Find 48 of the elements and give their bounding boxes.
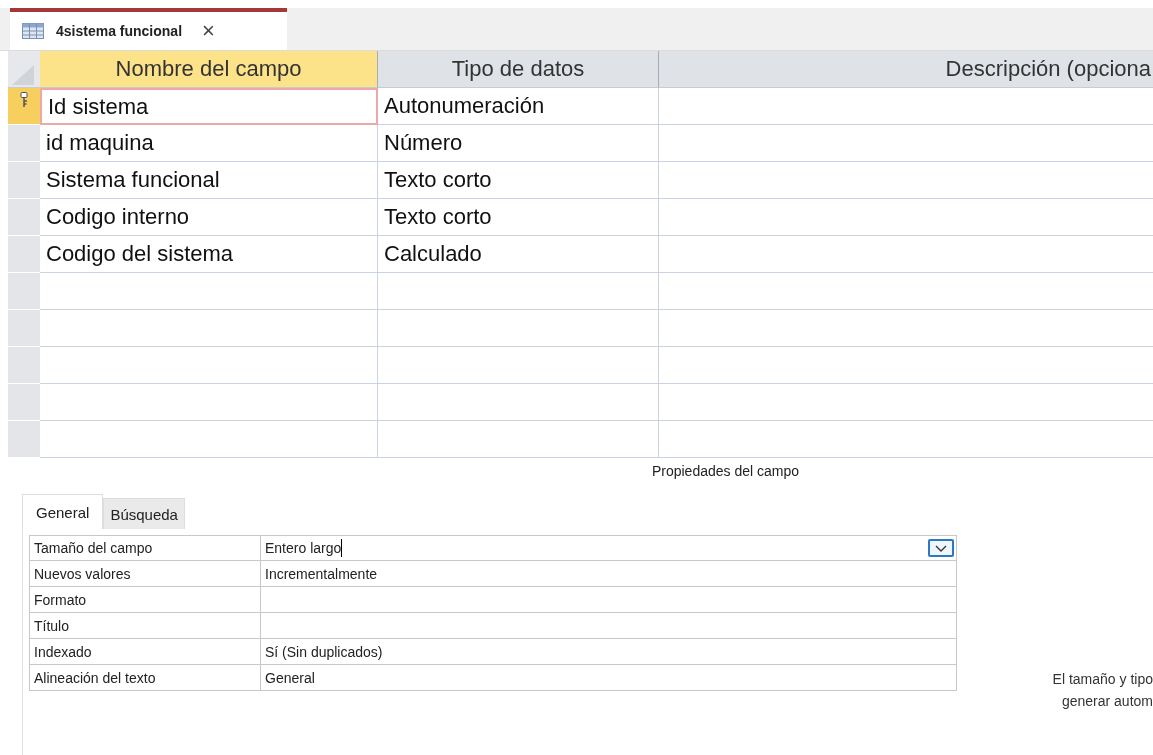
data-type-cell[interactable]: Texto corto	[378, 199, 659, 236]
close-button[interactable]: ×	[202, 20, 215, 42]
data-type-cell[interactable]	[378, 273, 659, 310]
property-value-field[interactable]: Entero largo	[261, 535, 957, 561]
property-name: Formato	[29, 587, 261, 613]
document-tab[interactable]: 4sistema funcional ×	[10, 8, 287, 50]
data-type-cell[interactable]: Número	[378, 125, 659, 162]
property-name: Indexado	[29, 639, 261, 665]
property-value-field[interactable]: Incrementalmente	[261, 561, 957, 587]
data-type-cell[interactable]: Calculado	[378, 236, 659, 273]
field-name-cell[interactable]	[40, 421, 378, 458]
field-name-cell[interactable]: Id sistema	[40, 88, 378, 125]
tab-title: 4sistema funcional	[56, 23, 183, 39]
field-name-cell[interactable]: id maquina	[40, 125, 378, 162]
data-type-cell[interactable]	[378, 347, 659, 384]
field-name-cell[interactable]	[40, 310, 378, 347]
column-header[interactable]: Tipo de datos	[378, 51, 659, 88]
data-type-cell[interactable]	[378, 310, 659, 347]
field-name-cell[interactable]	[40, 273, 378, 310]
property-name: Título	[29, 613, 261, 639]
data-type-cell[interactable]	[378, 384, 659, 421]
property-value-field[interactable]	[261, 587, 957, 613]
field-name-cell[interactable]: Codigo interno	[40, 199, 378, 236]
data-type-cell[interactable]	[378, 421, 659, 458]
row-selector[interactable]	[8, 88, 40, 125]
data-type-cell[interactable]: Texto corto	[378, 162, 659, 199]
property-value-field[interactable]	[261, 613, 957, 639]
field-name-cell[interactable]	[40, 347, 378, 384]
help-text: generar autom	[1061, 693, 1153, 709]
help-text: El tamaño y tipo	[1052, 671, 1153, 687]
chevron-down-icon	[935, 544, 947, 552]
property-name: Nuevos valores	[29, 561, 261, 587]
property-value-field[interactable]: Sí (Sin duplicados)	[261, 639, 957, 665]
property-value-field[interactable]: General	[261, 665, 957, 691]
column-header[interactable]: Nombre del campo	[40, 51, 378, 88]
field-name-cell[interactable]: Sistema funcional	[40, 162, 378, 199]
properties-tab[interactable]: General	[22, 494, 104, 529]
property-name: Alineación del texto	[29, 665, 261, 691]
properties-tab[interactable]: Búsqueda	[103, 498, 185, 529]
key-icon	[20, 92, 28, 108]
dropdown-button[interactable]	[928, 539, 954, 557]
column-header[interactable]: Descripción (opciona	[659, 51, 1153, 88]
field-name-cell[interactable]	[40, 384, 378, 421]
section-title: Propiedades del campo	[651, 462, 800, 479]
field-name-cell[interactable]: Codigo del sistema	[40, 236, 378, 273]
table-icon	[22, 23, 44, 39]
property-name: Tamaño del campo	[29, 535, 261, 561]
data-type-cell[interactable]: Autonumeración	[378, 88, 659, 125]
